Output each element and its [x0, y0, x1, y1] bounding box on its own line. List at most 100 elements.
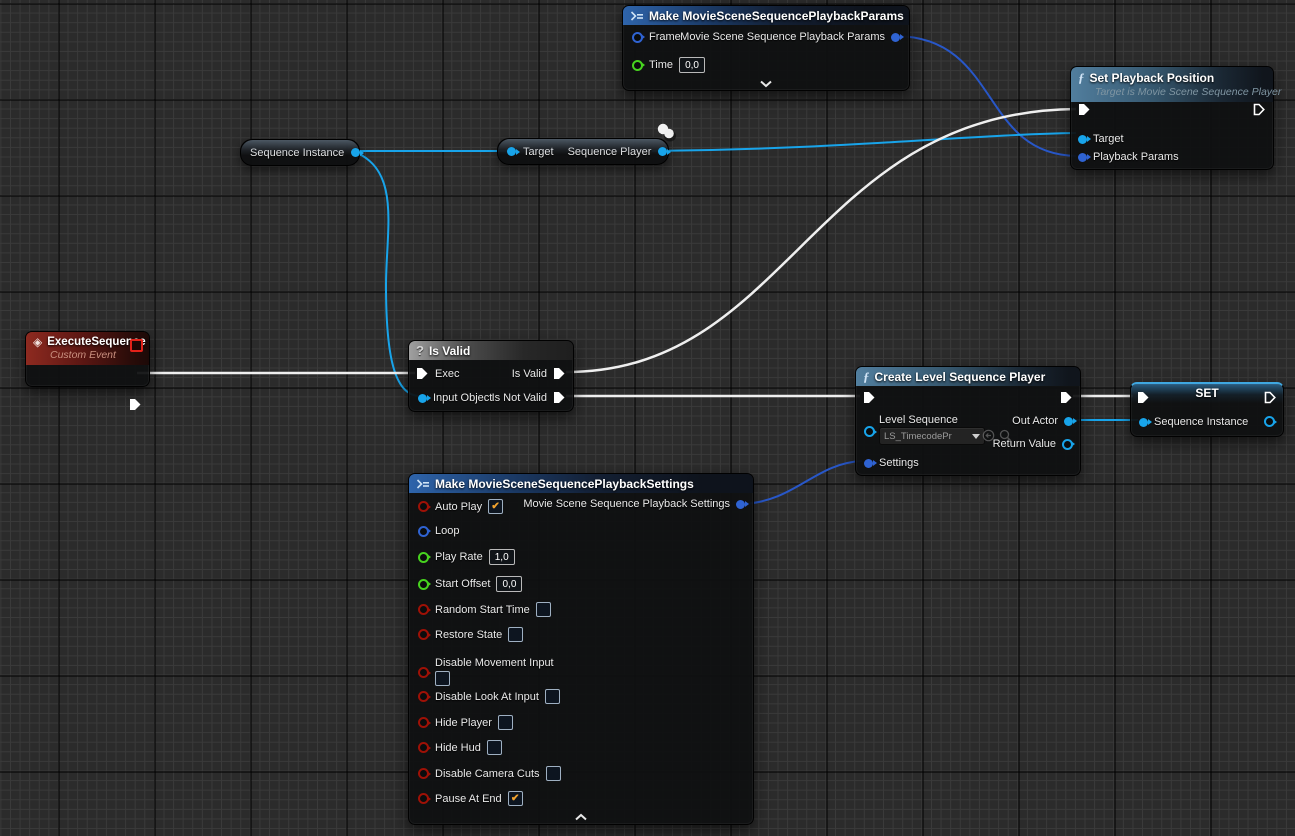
pin-exec-out[interactable]	[1060, 391, 1073, 404]
object-pin-icon[interactable]	[1139, 418, 1148, 427]
asset-select-dropdown[interactable]: LS_TimecodePr	[879, 427, 985, 445]
object-pin-icon[interactable]	[418, 394, 427, 403]
pin-exec-out[interactable]	[129, 398, 142, 411]
bool-pin-icon[interactable]	[418, 742, 429, 753]
node-header[interactable]: ◈ ExecuteSequence Custom Event	[26, 332, 149, 365]
bool-pin-icon[interactable]	[418, 629, 429, 640]
struct-pin-icon[interactable]	[418, 526, 429, 537]
pin-play-rate[interactable]: Play Rate 1,0	[418, 549, 515, 565]
pin-input-object[interactable]: Input Object	[418, 392, 492, 404]
bool-pin-icon[interactable]	[418, 793, 429, 804]
exec-pin-icon[interactable]	[553, 391, 566, 404]
exec-pin-icon[interactable]	[1137, 391, 1150, 404]
pin-hide-hud[interactable]: Hide Hud	[418, 740, 502, 755]
pin-playback-settings-out[interactable]: Movie Scene Sequence Playback Settings	[523, 498, 745, 510]
node-get-sequence-instance[interactable]: Sequence Instance	[240, 139, 360, 166]
pin-exec-in[interactable]	[1078, 103, 1091, 116]
exec-pin-icon[interactable]	[416, 367, 429, 380]
pin-disable-camera-cuts[interactable]: Disable Camera Cuts	[418, 766, 561, 781]
node-execute-sequence-event[interactable]: ◈ ExecuteSequence Custom Event	[25, 331, 150, 387]
node-set-sequence-instance[interactable]: SET Sequence Instance	[1130, 382, 1284, 437]
node-create-level-sequence-player[interactable]: ƒ Create Level Sequence Player Level Seq…	[855, 366, 1081, 476]
restore-state-checkbox[interactable]	[508, 627, 523, 642]
node-header[interactable]: Make MovieSceneSequencePlaybackSettings	[409, 474, 753, 493]
bool-pin-icon[interactable]	[418, 768, 429, 779]
disable-camera-cuts-checkbox[interactable]	[546, 766, 561, 781]
pin-loop[interactable]: Loop	[418, 525, 459, 537]
node-set-playback-position[interactable]: ƒ Set Playback Position Target is Movie …	[1070, 66, 1274, 170]
pin-out-actor[interactable]: Out Actor	[1012, 415, 1073, 427]
node-get-sequence-player[interactable]: Target Sequence Player	[497, 138, 669, 165]
pin-exec-out[interactable]	[1264, 391, 1277, 404]
bool-pin-icon[interactable]	[418, 667, 429, 678]
node-is-valid[interactable]: ? Is Valid Exec Is Valid Input Object Is…	[408, 340, 574, 412]
pin-time[interactable]: Time 0,0	[632, 57, 705, 73]
pin-exec-in[interactable]	[863, 391, 876, 404]
object-pin-icon[interactable]	[1062, 439, 1073, 450]
pin-pause-at-end[interactable]: Pause At End ✔	[418, 791, 523, 806]
time-value-field[interactable]: 0,0	[679, 57, 705, 73]
pin-restore-state[interactable]: Restore State	[418, 627, 523, 642]
object-pin-icon[interactable]	[351, 148, 360, 157]
pin-auto-play[interactable]: Auto Play ✔	[418, 499, 503, 514]
hide-player-checkbox[interactable]	[498, 715, 513, 730]
event-editable-indicator[interactable]	[130, 339, 143, 352]
expand-chevron-icon[interactable]	[575, 813, 587, 821]
bool-pin-icon[interactable]	[418, 691, 429, 702]
hide-hud-checkbox[interactable]	[487, 740, 502, 755]
pin-disable-look-at-input[interactable]: Disable Look At Input	[418, 689, 560, 704]
pin-playback-params-out[interactable]: Movie Scene Sequence Playback Params	[680, 31, 900, 43]
disable-movement-input-checkbox[interactable]	[435, 671, 450, 686]
object-pin-icon[interactable]	[1264, 416, 1275, 427]
object-pin-icon[interactable]	[1078, 135, 1087, 144]
pin-is-not-valid-out[interactable]: Is Not Valid	[492, 391, 566, 404]
bool-pin-icon[interactable]	[418, 717, 429, 728]
pin-frame[interactable]: Frame	[632, 31, 681, 43]
pin-sequence-instance-in[interactable]: Sequence Instance	[1139, 416, 1248, 428]
pin-exec-in[interactable]: Exec	[416, 367, 459, 380]
exec-pin-icon[interactable]	[863, 391, 876, 404]
pin-return-value[interactable]: Return Value	[993, 438, 1073, 450]
disable-look-at-input-checkbox[interactable]	[545, 689, 560, 704]
node-make-playback-params[interactable]: Make MovieSceneSequencePlaybackParams Fr…	[622, 5, 910, 91]
node-header[interactable]: ƒ Create Level Sequence Player	[856, 367, 1080, 386]
pin-random-start-time[interactable]: Random Start Time	[418, 602, 551, 617]
exec-pin-icon[interactable]	[553, 367, 566, 380]
node-header[interactable]: Make MovieSceneSequencePlaybackParams	[623, 6, 909, 25]
float-pin-icon[interactable]	[632, 60, 643, 71]
object-pin-icon[interactable]	[1064, 417, 1073, 426]
auto-play-checkbox[interactable]: ✔	[488, 499, 503, 514]
collapse-chevron-icon[interactable]	[760, 80, 772, 88]
blueprint-graph-canvas[interactable]: Make MovieSceneSequencePlaybackParams Fr…	[0, 0, 1295, 836]
node-make-playback-settings[interactable]: Make MovieSceneSequencePlaybackSettings …	[408, 473, 754, 825]
bool-pin-icon[interactable]	[418, 604, 429, 615]
start-offset-field[interactable]: 0,0	[496, 576, 522, 592]
struct-pin-icon[interactable]	[1078, 153, 1087, 162]
pin-exec-in[interactable]	[1137, 391, 1150, 404]
exec-pin-icon[interactable]	[1253, 103, 1266, 116]
struct-pin-icon[interactable]	[864, 459, 873, 468]
pin-settings[interactable]: Settings	[864, 457, 919, 469]
object-pin-icon[interactable]	[864, 426, 875, 437]
pin-start-offset[interactable]: Start Offset 0,0	[418, 576, 522, 592]
node-header[interactable]: ? Is Valid	[409, 341, 573, 360]
object-pin-icon[interactable]	[658, 147, 667, 156]
struct-pin-icon[interactable]	[632, 32, 643, 43]
pin-hide-player[interactable]: Hide Player	[418, 715, 513, 730]
bool-pin-icon[interactable]	[418, 501, 429, 512]
struct-pin-icon[interactable]	[891, 33, 900, 42]
exec-pin-icon[interactable]	[1264, 391, 1277, 404]
pause-at-end-checkbox[interactable]: ✔	[508, 791, 523, 806]
node-header[interactable]: ƒ Set Playback Position Target is Movie …	[1071, 67, 1273, 102]
exec-pin-icon[interactable]	[129, 398, 142, 411]
exec-pin-icon[interactable]	[1060, 391, 1073, 404]
float-pin-icon[interactable]	[418, 552, 429, 563]
pin-playback-params[interactable]: Playback Params	[1078, 151, 1179, 163]
pin-exec-out[interactable]	[1253, 103, 1266, 116]
object-pin-icon[interactable]	[507, 147, 516, 156]
pin-level-sequence[interactable]	[864, 426, 875, 437]
pin-disable-movement-input[interactable]: Disable Movement Input	[418, 659, 554, 686]
struct-pin-icon[interactable]	[736, 500, 745, 509]
random-start-time-checkbox[interactable]	[536, 602, 551, 617]
pin-sequence-instance-out[interactable]	[1264, 416, 1275, 427]
